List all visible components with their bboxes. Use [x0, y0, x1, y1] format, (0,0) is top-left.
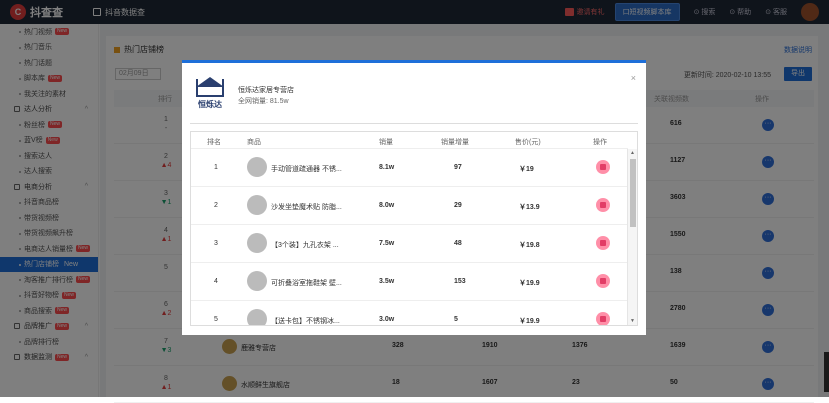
sales-cell: 8.0w	[379, 202, 395, 209]
sales-cell: 8.1w	[379, 164, 395, 171]
product-row: 4 可折叠浴室拖鞋架 壁... 3.5w 153 ￥19.9	[191, 263, 628, 301]
shop-name: 恒烁达家居专营店	[238, 87, 294, 94]
product-thumbnail[interactable]	[247, 157, 267, 177]
product-action-button[interactable]	[596, 160, 610, 174]
product-thumbnail[interactable]	[247, 271, 267, 291]
product-thumbnail[interactable]	[247, 309, 267, 325]
price-cell: ￥19.8	[519, 242, 540, 249]
product-action-button[interactable]	[596, 312, 610, 325]
product-action-button[interactable]	[596, 198, 610, 212]
sales-inc-cell: 5	[454, 316, 458, 323]
cart-icon	[600, 278, 606, 284]
product-row: 3 【3个装】九孔衣架 ... 7.5w 48 ￥19.8	[191, 225, 628, 263]
product-thumbnail[interactable]	[247, 195, 267, 215]
col-action: 操作	[593, 139, 607, 146]
product-name[interactable]: 手动管道疏通器 不锈...	[271, 164, 342, 174]
product-table: 排名 商品 销量 销量增量 售价(元) 操作 1 手动管道疏通器 不锈... 8.1…	[190, 131, 638, 326]
product-thumbnail[interactable]	[247, 233, 267, 253]
scroll-thumb[interactable]	[630, 159, 636, 227]
sales-inc-cell: 153	[454, 278, 466, 285]
price-cell: ￥19.9	[519, 280, 540, 287]
cart-icon	[600, 316, 606, 322]
sales-cell: 7.5w	[379, 240, 395, 247]
col-sales-inc: 销量增量	[441, 139, 469, 146]
shop-total-sales: 全网销量: 81.5w	[238, 98, 289, 105]
rank-cell: 1	[214, 164, 218, 171]
close-icon[interactable]: ×	[631, 73, 636, 83]
product-name[interactable]: 【送卡包】不锈钢冰...	[271, 316, 340, 325]
product-name[interactable]: 沙发坐垫魔术贴 防脂...	[271, 202, 342, 212]
product-action-button[interactable]	[596, 274, 610, 288]
product-action-button[interactable]	[596, 236, 610, 250]
scroll-down-icon[interactable]: ▼	[630, 318, 635, 324]
price-cell: ￥19	[519, 166, 534, 173]
product-row: 1 手动管道疏通器 不锈... 8.1w 97 ￥19	[191, 149, 628, 187]
sales-cell: 3.5w	[379, 278, 395, 285]
price-cell: ￥19.9	[519, 318, 540, 325]
product-table-header: 排名 商品 销量 销量增量 售价(元) 操作	[191, 132, 628, 149]
sales-cell: 3.0w	[379, 316, 395, 323]
col-sales: 销量	[379, 139, 393, 146]
shop-logo: 恒烁达	[190, 77, 230, 117]
sales-inc-cell: 48	[454, 240, 462, 247]
product-name[interactable]: 可折叠浴室拖鞋架 壁...	[271, 278, 342, 288]
cart-icon	[600, 240, 606, 246]
scroll-up-icon[interactable]: ▲	[630, 150, 635, 156]
rank-cell: 5	[214, 316, 218, 323]
shop-detail-modal: × 恒烁达 恒烁达家居专营店 全网销量: 81.5w 排名 商品 销量 销量增量…	[182, 60, 646, 335]
col-price: 售价(元)	[515, 139, 541, 146]
modal-scrollbar[interactable]: ▲ ▼	[627, 149, 637, 325]
rank-cell: 2	[214, 202, 218, 209]
price-cell: ￥13.9	[519, 204, 540, 211]
sales-inc-cell: 29	[454, 202, 462, 209]
col-rank: 排名	[207, 139, 221, 146]
shop-brand: 恒烁达	[198, 100, 222, 109]
cart-icon	[600, 164, 606, 170]
rank-cell: 4	[214, 278, 218, 285]
divider	[190, 123, 638, 124]
rank-cell: 3	[214, 240, 218, 247]
cart-icon	[600, 202, 606, 208]
product-row: 2 沙发坐垫魔术贴 防脂... 8.0w 29 ￥13.9	[191, 187, 628, 225]
col-product: 商品	[247, 139, 261, 146]
product-row: 5 【送卡包】不锈钢冰... 3.0w 5 ￥19.9	[191, 301, 628, 325]
sales-inc-cell: 97	[454, 164, 462, 171]
product-name[interactable]: 【3个装】九孔衣架 ...	[271, 240, 339, 250]
